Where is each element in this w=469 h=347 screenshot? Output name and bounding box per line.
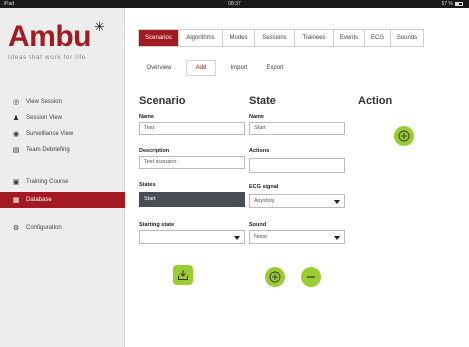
tab-sessions[interactable]: Sessions [255,30,295,46]
database-icon: ▦ [12,197,20,204]
sidebar-item-label: Surveillance View [26,131,74,137]
sidebar-item-database[interactable]: ▦ Database [0,192,125,208]
subtab-import[interactable]: Import [224,60,254,76]
description-input[interactable]: Test scenario [139,156,245,169]
sidebar-item-label: Database [26,197,52,203]
chevron-down-icon [234,236,240,240]
tab-scenarios[interactable]: Scenarios [139,30,179,46]
description-label: Description [139,148,170,154]
chevron-down-icon [334,236,340,240]
logo: Ambu ✳ Ideas that work for life [8,19,118,62]
sidebar-item-training-course[interactable]: ▣ Training Course [0,174,125,190]
starting-state-label: Starting state [139,222,175,228]
sidebar-item-session-view[interactable]: ♟ Session View [0,110,125,126]
sidebar-item-surveillance-view[interactable]: ◉ Surveillance View [0,126,125,142]
surveillance-icon: ◉ [12,131,20,138]
scenario-name-label: Name [139,114,154,120]
status-time: 08:37 [228,1,241,7]
plus-circle-icon [269,271,281,283]
states-list-item-selected[interactable]: Start [139,192,245,207]
ecg-signal-select[interactable]: Asystoly [249,194,345,208]
training-icon: ▣ [12,179,20,186]
state-name-input[interactable]: Start [249,122,345,135]
main-tabs: Scenarios Algorithms Modes Sessions Trai… [138,29,424,47]
chevron-down-icon [334,200,340,204]
scenario-name-input[interactable]: Test [139,122,245,135]
battery-icon [455,2,463,6]
actions-label: Actions [249,148,270,154]
ecg-signal-value: Asystoly [254,198,275,204]
tab-sounds[interactable]: Sounds [391,30,423,46]
tab-events[interactable]: Events [334,30,365,46]
save-scenario-button[interactable] [173,265,193,285]
subtab-add[interactable]: Add [186,60,216,76]
battery-percent: 57 % [441,1,453,7]
sidebar-item-label: Session View [26,115,62,121]
tab-trainees[interactable]: Trainees [295,30,334,46]
states-label: States [139,182,156,188]
subtab-overview[interactable]: Overview [138,60,180,76]
scenario-heading: Scenario [139,95,186,107]
sidebar-item-label: Configuration [26,225,62,231]
remove-state-button[interactable] [301,267,321,287]
add-action-button[interactable] [394,126,414,146]
starting-state-select[interactable] [139,230,245,244]
sidebar-item-configuration[interactable]: ⚙ Configuration [0,220,125,236]
sub-tabs: Overview Add Import Export [138,60,290,78]
tagline: Ideas that work for life [8,54,86,61]
configuration-icon: ⚙ [12,225,20,232]
sidebar-item-label: View Session [26,99,62,105]
sidebar-item-label: Training Course [26,179,69,185]
document-icon: ▤ [12,147,20,154]
state-name-label: Name [249,114,264,120]
status-bar: iPad 08:37 57 % [0,0,469,8]
subtab-export[interactable]: Export [260,60,290,76]
tab-modes[interactable]: Modes [223,30,255,46]
actions-input[interactable] [249,158,345,173]
ecg-signal-label: ECG signal [249,184,279,190]
sound-value: None [254,234,268,240]
tab-ecg[interactable]: ECG [365,30,391,46]
sidebar-item-view-session[interactable]: ◎ View Session [0,94,125,110]
download-tray-icon [178,270,188,280]
battery-status: 57 % [442,0,463,8]
person-icon: ♟ [12,115,20,122]
sound-select[interactable]: None [249,230,345,244]
eye-icon: ◎ [12,99,20,106]
plus-circle-icon [398,130,410,142]
add-state-button[interactable] [265,267,285,287]
action-heading: Action [358,95,393,107]
tab-algorithms[interactable]: Algorithms [179,30,223,46]
minus-icon [307,276,315,278]
logo-star-icon: ✳ [94,19,105,34]
sidebar: Ambu ✳ Ideas that work for life ◎ View S… [0,8,125,347]
sidebar-item-team-debriefing[interactable]: ▤ Team Debriefing [0,142,125,158]
state-heading: State [249,95,276,107]
sidebar-item-label: Team Debriefing [26,147,70,153]
sound-label: Sound [249,222,267,228]
